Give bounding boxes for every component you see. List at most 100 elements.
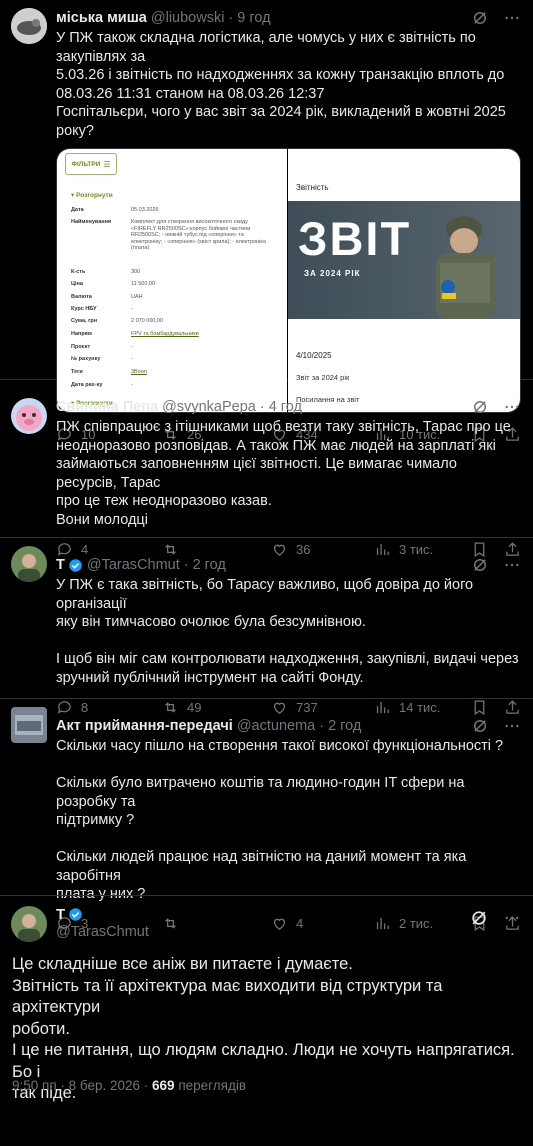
filter-button: ФІЛЬТРИ ☰ [65, 153, 117, 175]
more-icon[interactable] [503, 909, 521, 927]
report-poster-image[interactable]: Звітність ЗВІТ ЗА 2024 РІК 4/10/2025 Зві… [288, 149, 520, 412]
tweet-text-line [56, 830, 521, 849]
report-row-value: UAH [131, 294, 143, 300]
report-row-value: 3Вооп [131, 369, 147, 375]
report-row-value: - [131, 356, 133, 362]
tweet-text-line: У ПЖ є така звітність, бо Тарасу важливо… [56, 577, 474, 612]
report-row-key: Напрям [71, 331, 92, 337]
reply-tweet[interactable]: T @TarasChmut · 2 год У ПЖ є така звітні… [0, 538, 533, 715]
reply-tweet[interactable]: Свинина Пепа @svynkaPepa · 4 год ПЖ спів… [0, 380, 533, 557]
reply-tweet[interactable]: Акт приймання-передачі @actunema · 2 год… [0, 699, 533, 932]
more-icon[interactable] [503, 9, 521, 27]
author-handle[interactable]: @TarasChmut [56, 924, 149, 940]
tweet-meta: 9:50 пп · 8 бер. 2026 · 669 переглядів [12, 1078, 246, 1093]
report-row-key: Дата [71, 207, 84, 213]
grok-icon[interactable] [469, 908, 489, 928]
report-row-key: Курс НБУ [71, 306, 97, 312]
tweet-text-line: зручний публічний інструмент на сайті Фо… [56, 669, 364, 686]
tweet-text-line [56, 756, 521, 775]
author-handle[interactable]: @svynkaPepa [162, 399, 256, 415]
report-row-key: Проєкт [71, 344, 91, 350]
tweet-text-line: Скільки було витрачено коштів та людино-… [56, 775, 465, 810]
report-row: Дата 05.03.2026 [71, 207, 271, 214]
separator-dot: · [259, 399, 265, 415]
filter-label: ФІЛЬТРИ [71, 160, 101, 168]
report-row: Найменування Комплект для створення висок… [71, 219, 271, 252]
tweet-text-line: Скільки часу пішло на створення такої ви… [56, 738, 504, 754]
author-name[interactable]: Свинина Пепа [56, 399, 158, 415]
tweet-text-line: І щоб він міг сам контролювати надходжен… [56, 651, 519, 667]
report-row-key: Ціна [71, 281, 83, 287]
timestamp[interactable]: 4 год [269, 399, 302, 415]
expand-header: ▾ Розгорнути [71, 192, 113, 199]
verified-badge-icon [69, 558, 82, 572]
tweet-text-line: 08.03.26 11:31 станом на 08.03.26 12:37 [56, 85, 325, 102]
grok-icon[interactable] [471, 717, 489, 735]
more-icon[interactable] [503, 717, 521, 735]
tweet-text-line: У ПЖ також складна логістика, але чомусь… [56, 30, 476, 65]
tweet-media[interactable]: ФІЛЬТРИ ☰ ▾ Розгорнути Дата 05.03.2026 Най… [56, 148, 521, 413]
report-row: Ціна 11 500,00 [71, 281, 271, 288]
report-row-value: 2 070 000,00 [131, 318, 164, 324]
report-screenshot-image[interactable]: ФІЛЬТРИ ☰ ▾ Розгорнути Дата 05.03.2026 Най… [57, 149, 287, 412]
author-name[interactable]: Акт приймання-передачі [56, 718, 233, 734]
report-row-value: - [131, 306, 133, 312]
tweet-text-line: Скільки людей працює над звітністю на да… [56, 849, 467, 884]
avatar[interactable] [11, 398, 47, 434]
main-tweet[interactable]: T @TarasChmut Це складніше все аніж ви п… [0, 895, 533, 1146]
tweet-text-line [56, 632, 521, 651]
separator-dot: · [228, 10, 234, 26]
timestamp[interactable]: 9 год [237, 10, 270, 26]
author-name[interactable]: T [56, 557, 65, 573]
report-row: К-сть 300 [71, 269, 271, 276]
tweet-text-line: Вони молодці [56, 511, 148, 528]
report-row-key: Сума, грн [71, 318, 98, 324]
author-handle[interactable]: @liubowski [151, 10, 225, 26]
post-timestamp[interactable]: 9:50 пп · 8 бер. 2026 · [12, 1078, 152, 1093]
reply-tweet[interactable]: міська миша @liubowski · 9 год У ПЖ тако… [0, 0, 533, 442]
tweet-text-line: І це не питання, що людям складно. Люди … [12, 1041, 515, 1081]
tweet-text-line: Звітність та її архітектура має виходити… [12, 976, 443, 1017]
tweet-text-line: про це теж неодноразово казав. [56, 493, 272, 509]
more-icon[interactable] [503, 398, 521, 416]
poster-banner: ЗВІТ ЗА 2024 РІК [288, 201, 520, 319]
tweet-text-line: неодноразово розповідав. А також ПЖ має … [56, 437, 496, 454]
separator-dot: · [319, 718, 325, 734]
author-handle[interactable]: @TarasChmut [87, 557, 180, 573]
grok-icon[interactable] [471, 556, 489, 574]
verified-badge-icon [69, 907, 82, 921]
avatar[interactable] [11, 8, 47, 44]
more-icon[interactable] [503, 556, 521, 574]
author-handle[interactable]: @actunema [237, 718, 315, 734]
tweet-text-line: Це складніше все аніж ви питаєте і думає… [12, 955, 353, 973]
tweet-text-line: яку він тимчасово очолює була безсумнівн… [56, 614, 366, 630]
report-row-key: Валюта [71, 294, 92, 300]
tweet-text-line: Госпітальєри, чого у вас звіт за 2024 рі… [56, 104, 506, 139]
report-row-key: Найменування [71, 219, 112, 225]
views-count[interactable]: 669 [152, 1078, 175, 1093]
report-row-value: FPV та бомбардувальники [131, 331, 199, 337]
tweet-text-line: займаються заповненням цієї звітності. Ц… [56, 456, 457, 491]
views-label: переглядів [174, 1078, 247, 1093]
report-row: № рахунку - [71, 356, 271, 363]
separator-dot: · [183, 557, 189, 573]
report-row-value: Комплект для створення високоточного ски… [131, 219, 266, 251]
grok-icon[interactable] [471, 398, 489, 416]
report-row: Теги 3Вооп [71, 369, 271, 376]
tweet-text-line: 5.03.26 і звітність по надходженнях за к… [56, 67, 505, 83]
timestamp[interactable]: 2 год [328, 718, 361, 734]
avatar[interactable] [11, 707, 47, 743]
author-name[interactable]: міська миша [56, 10, 147, 26]
author-name[interactable]: T [56, 906, 65, 923]
avatar[interactable] [11, 546, 47, 582]
grok-icon[interactable] [471, 9, 489, 27]
report-row-value: 11 500,00 [131, 281, 156, 287]
tweet-text-line: ПЖ співпрацює з ітішниками щоб везти так… [56, 419, 511, 435]
poster-date: 4/10/2025 [296, 351, 332, 360]
tweet-text-line: роботи. [12, 1019, 70, 1038]
timestamp[interactable]: 2 год [193, 557, 226, 573]
filter-icon: ☰ [103, 159, 111, 169]
report-row-key: Теги [71, 369, 83, 375]
poster-heading: Звітність [296, 183, 329, 192]
avatar[interactable] [11, 906, 47, 942]
